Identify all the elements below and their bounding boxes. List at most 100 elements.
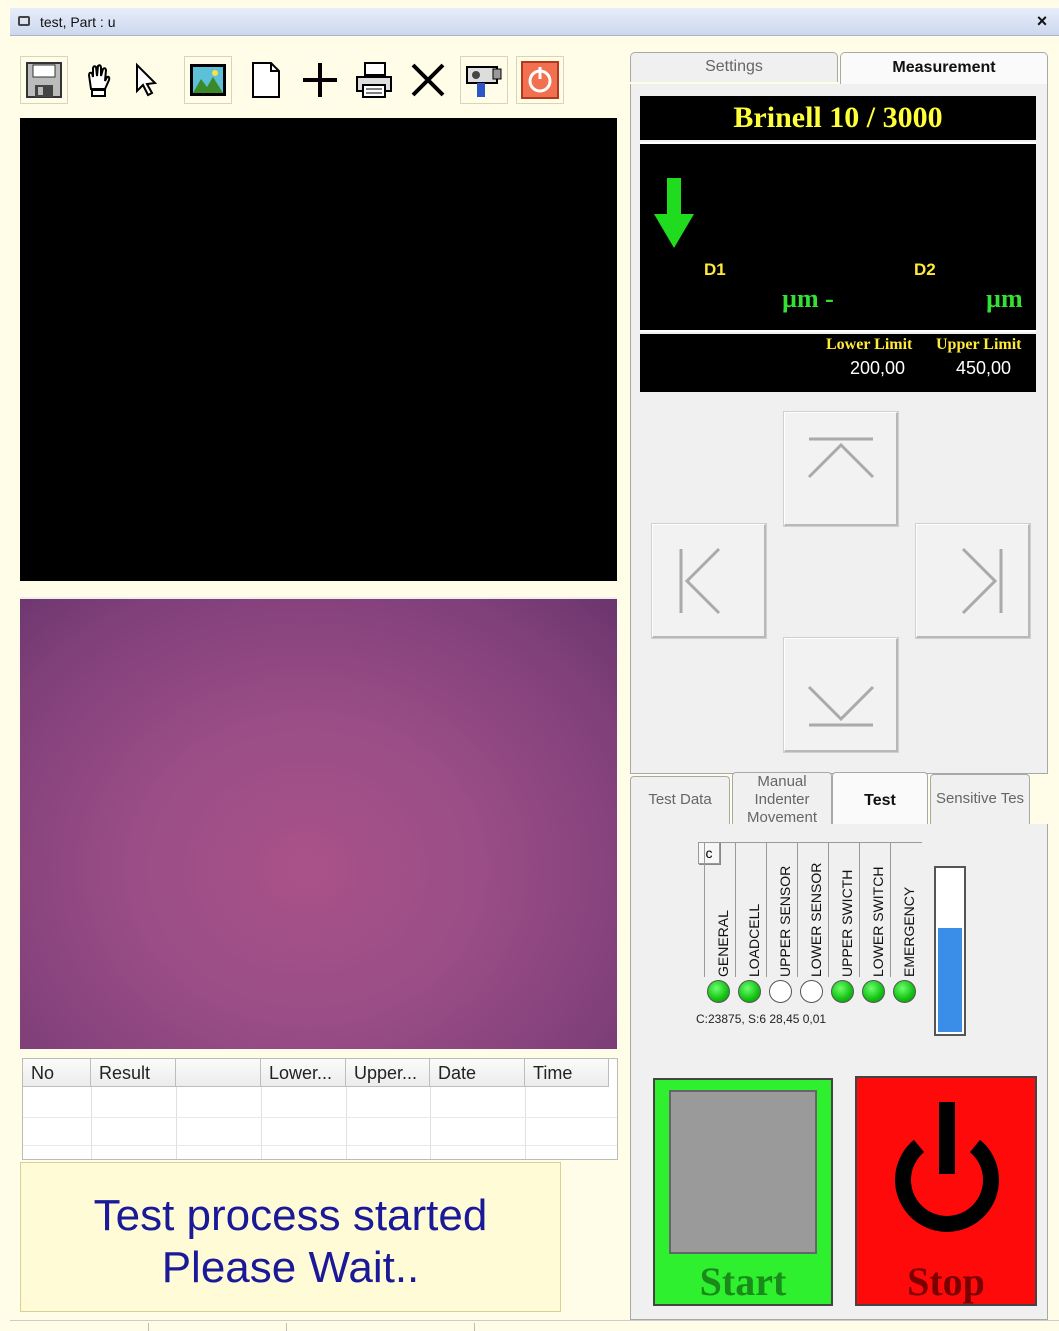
sensor-column-upper-switch: UPPER SWICTH	[828, 843, 858, 977]
power-button[interactable]	[516, 56, 564, 104]
arrow-right-bar-icon	[961, 547, 1002, 614]
tab-test[interactable]: Test	[832, 772, 928, 826]
led-lower-switch	[862, 980, 885, 1003]
d1-unit: µm -	[782, 284, 834, 313]
delete-icon	[411, 63, 445, 97]
counter-readout: C:23875, S:6 28,45 0,01	[696, 1012, 827, 1026]
close-button[interactable]: ×	[1031, 11, 1053, 32]
led-lower-sensor	[800, 980, 823, 1003]
move-right-button[interactable]	[916, 524, 1030, 638]
load-gauge	[934, 866, 966, 1036]
column-header-time[interactable]: Time	[525, 1059, 609, 1087]
specimen-image-view[interactable]	[20, 597, 617, 1049]
led-loadcell	[738, 980, 761, 1003]
sensor-column-general: GENERAL	[704, 843, 734, 977]
sensor-label-upper-sensor: UPPER SENSOR	[777, 865, 793, 977]
sensor-column-lower-switch: LOWER SWITCH	[859, 843, 889, 977]
tab-test-data[interactable]: Test Data	[630, 776, 730, 824]
toolbar	[20, 52, 572, 108]
grid-line	[176, 1087, 177, 1159]
sensor-label-loadcell: LOADCELL	[746, 903, 762, 977]
led-general	[707, 980, 730, 1003]
led-upper-sensor	[769, 980, 792, 1003]
move-left-button[interactable]	[652, 524, 766, 638]
sensor-grid: GENERAL LOADCELL UPPER SENSOR LOWER SENS…	[704, 842, 922, 978]
image-icon	[190, 64, 226, 96]
hand-icon	[87, 64, 111, 97]
column-header-upper[interactable]: Upper...	[346, 1059, 430, 1087]
start-button-label: Start	[699, 1259, 787, 1304]
grid-line	[23, 1145, 617, 1146]
tab-sensitive-test[interactable]: Sensitive Tes	[930, 774, 1030, 824]
status-bar	[10, 1320, 1059, 1331]
live-camera-view[interactable]	[20, 118, 617, 581]
sensor-column-loadcell: LOADCELL	[735, 843, 765, 977]
load-gauge-fill	[938, 928, 962, 1032]
start-button[interactable]: Start	[653, 1078, 833, 1306]
status-line-2: Please Wait..	[161, 1243, 420, 1292]
start-button-face	[669, 1090, 817, 1254]
print-button[interactable]	[350, 56, 398, 104]
measure-button[interactable]	[296, 56, 344, 104]
image-button[interactable]	[184, 56, 232, 104]
camera-icon	[466, 66, 502, 97]
lower-limit-label: Lower Limit	[826, 336, 913, 353]
delete-button[interactable]	[404, 56, 452, 104]
status-message: Test process started Please Wait..	[20, 1162, 561, 1312]
grid-line	[525, 1087, 526, 1159]
sensor-label-upper-switch: UPPER SWICTH	[839, 869, 855, 977]
tab-manual-indenter-movement[interactable]: Manual Indenter Movement	[732, 772, 832, 826]
sensor-column-upper-sensor: UPPER SENSOR	[766, 843, 796, 977]
title-bar: test, Part : u ×	[10, 8, 1059, 36]
results-table[interactable]: No Result Lower... Upper... Date Time	[22, 1058, 618, 1160]
power-icon	[521, 61, 559, 99]
move-bottom-button[interactable]	[784, 638, 898, 752]
camera-button[interactable]	[460, 56, 508, 104]
d2-unit: µm	[986, 284, 1023, 313]
sensor-label-emergency: EMERGENCY	[901, 886, 917, 977]
tab-manual-line1: Manual	[757, 773, 807, 790]
window-icon	[18, 16, 30, 26]
column-header-no[interactable]: No	[23, 1059, 91, 1087]
sensor-column-emergency: EMERGENCY	[890, 843, 920, 977]
arrow-left-bar-icon	[679, 547, 720, 614]
move-top-button[interactable]	[784, 412, 898, 526]
arrow-down-bar-icon	[807, 685, 874, 726]
sensor-label-lower-sensor: LOWER SENSOR	[808, 862, 824, 977]
save-icon	[26, 62, 62, 98]
grid-line	[261, 1087, 262, 1159]
lower-limit-value: 200,00	[850, 358, 906, 378]
status-line-1: Test process started	[93, 1191, 488, 1240]
print-icon	[356, 62, 392, 98]
window-title: test, Part : u	[40, 14, 116, 30]
right-panel: Settings Measurement Brinell 10 / 3000 D…	[628, 52, 1050, 1320]
tab-measurement[interactable]: Measurement	[840, 52, 1048, 86]
pan-button[interactable]	[74, 56, 122, 104]
new-button[interactable]	[242, 56, 290, 104]
stop-button[interactable]: Stop	[855, 1076, 1037, 1306]
tab-manual-line2: Indenter	[754, 791, 810, 808]
pointer-icon	[136, 62, 158, 97]
sensor-column-lower-sensor: LOWER SENSOR	[797, 843, 827, 977]
d2-label: D2	[914, 260, 936, 279]
test-method-title: Brinell 10 / 3000	[640, 96, 1036, 140]
column-header-blank[interactable]	[176, 1059, 261, 1087]
column-header-date[interactable]: Date	[430, 1059, 525, 1087]
led-upper-switch	[831, 980, 854, 1003]
diameter-readout: D1 D2 µm - µm	[640, 142, 1036, 332]
limits-box: Lower Limit Upper Limit 200,00 450,00	[640, 334, 1036, 392]
stop-button-label: Stop	[907, 1259, 985, 1304]
new-document-icon	[252, 62, 280, 98]
grid-line	[91, 1087, 92, 1159]
column-header-lower[interactable]: Lower...	[261, 1059, 346, 1087]
save-button[interactable]	[20, 56, 68, 104]
d1-label: D1	[704, 260, 726, 279]
select-button[interactable]	[122, 56, 170, 104]
led-emergency	[893, 980, 916, 1003]
tab-settings[interactable]: Settings	[630, 52, 838, 82]
upper-limit-label: Upper Limit	[936, 336, 1022, 353]
crosshair-icon	[303, 63, 337, 97]
column-header-result[interactable]: Result	[91, 1059, 176, 1087]
grid-line	[430, 1087, 431, 1159]
down-arrow-icon	[654, 178, 694, 248]
